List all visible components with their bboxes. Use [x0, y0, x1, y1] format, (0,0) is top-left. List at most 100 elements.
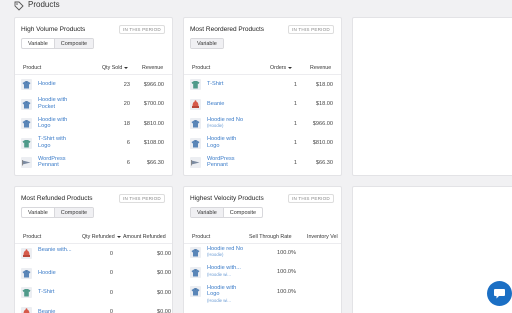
column-label: Qty Sold	[102, 65, 123, 71]
table-row: Beanie 1 $18.00	[184, 95, 341, 114]
product-link[interactable]: Hoodie red No (Hoodie)	[207, 246, 245, 258]
tshirt-icon	[22, 289, 31, 297]
hoodie-icon	[22, 81, 31, 89]
product-link[interactable]: Beanie	[207, 101, 245, 108]
cell-value-primary: 1	[293, 81, 297, 88]
tab-composite[interactable]: Composite	[222, 208, 262, 217]
cell-value-primary: 0	[109, 250, 113, 257]
product-name: T-Shirt with Logo	[38, 136, 66, 149]
card-title: Highest Velocity Products	[190, 195, 264, 202]
column-inventory-velocity[interactable]: Inventory Vel	[307, 234, 338, 240]
high-volume-products-card: High Volume Products IN THIS PERIOD Vari…	[14, 17, 173, 176]
column-amount-refunded[interactable]: Amount Refunded	[123, 234, 166, 240]
product-name: T-Shirt	[207, 81, 224, 88]
hoodie-icon	[22, 100, 31, 108]
product-thumbnail[interactable]	[21, 287, 32, 298]
product-thumbnail[interactable]	[21, 157, 32, 168]
column-sell-through-rate[interactable]: Sell Through Rate	[249, 234, 292, 240]
column-label: Orders	[270, 65, 287, 71]
product-link[interactable]: Hoodie with Logo	[207, 136, 245, 149]
period-badge: IN THIS PERIOD	[288, 25, 334, 34]
product-thumbnail[interactable]	[21, 79, 32, 90]
product-link[interactable]: T-Shirt with Logo	[38, 136, 76, 149]
product-link[interactable]: Hoodie	[38, 81, 76, 88]
product-link[interactable]: Hoodie with Logo	[38, 117, 76, 130]
product-link[interactable]: Hoodie with Pocket	[38, 97, 76, 110]
cell-value-secondary: $0.00	[157, 289, 171, 296]
column-qty-refunded[interactable]: Qty Refunded	[82, 234, 121, 240]
tab-composite[interactable]: Composite	[53, 208, 94, 217]
product-thumbnail[interactable]	[190, 118, 201, 129]
cell-value-secondary: $66.30	[315, 159, 333, 166]
product-thumbnail[interactable]	[21, 98, 32, 110]
product-name: Hoodie with Logo	[207, 284, 237, 298]
table-row: Hoodie red No (Hoodie) 1 $966.00	[184, 114, 341, 133]
product-thumbnail[interactable]	[21, 267, 32, 279]
column-qty-sold[interactable]: Qty Sold	[102, 65, 129, 71]
column-product[interactable]: Product	[23, 234, 41, 240]
table-row: Hoodie with... (Hoodie wi... 100.0%	[184, 263, 341, 282]
product-link[interactable]: Hoodie red No (Hoodie)	[207, 117, 245, 129]
card-title: Most Reordered Products	[190, 26, 265, 33]
tab-variable[interactable]: Variable	[22, 39, 54, 48]
product-link[interactable]: T-Shirt	[38, 289, 76, 296]
column-product[interactable]: Product	[192, 234, 210, 240]
product-thumbnail[interactable]	[190, 98, 201, 110]
chat-launcher-button[interactable]	[487, 281, 512, 306]
hoodie-icon	[191, 139, 200, 147]
product-name: WordPress Pennant	[38, 155, 66, 169]
product-link[interactable]: WordPress Pennant	[207, 156, 245, 169]
column-orders[interactable]: Orders	[270, 65, 293, 71]
cell-value-primary: 100.0%	[277, 288, 296, 295]
product-thumbnail[interactable]	[21, 137, 32, 149]
column-product[interactable]: Product	[192, 65, 210, 71]
beanie-icon	[23, 249, 30, 257]
column-revenue[interactable]: Revenue	[310, 65, 331, 71]
product-name: Hoodie red No	[207, 245, 244, 252]
product-link[interactable]: Beanie	[38, 309, 76, 313]
product-thumbnail[interactable]	[21, 248, 32, 259]
column-product[interactable]: Product	[23, 65, 41, 71]
table-row: Beanie with... 0 $0.00	[15, 244, 172, 263]
product-thumbnail[interactable]	[190, 266, 201, 278]
product-link[interactable]: Hoodie with... (Hoodie wi...	[207, 265, 245, 277]
product-link[interactable]: Hoodie	[38, 270, 76, 277]
cell-value-primary: 6	[126, 140, 130, 146]
product-link[interactable]: Hoodie with Logo (Hoodie wi...	[207, 285, 245, 303]
type-toggle: Variable	[190, 38, 224, 49]
product-thumbnail[interactable]	[190, 286, 201, 297]
type-toggle: Variable Composite	[21, 207, 95, 218]
product-thumbnail[interactable]	[21, 306, 32, 313]
period-badge: IN THIS PERIOD	[119, 25, 165, 34]
product-link[interactable]: T-Shirt	[207, 81, 245, 88]
cell-value-secondary: $0.00	[157, 270, 171, 276]
hoodie-icon	[22, 269, 31, 277]
cell-value-secondary: $18.00	[315, 81, 333, 88]
tab-variable[interactable]: Variable	[191, 39, 223, 48]
product-parent: (Hoodie wi...	[207, 298, 231, 304]
card-title: Most Refunded Products	[21, 195, 93, 202]
product-link[interactable]: WordPress Pennant	[38, 156, 76, 169]
beanie-icon	[192, 99, 199, 108]
column-label: Qty Refunded	[82, 234, 115, 240]
sort-desc-icon	[288, 66, 293, 69]
tshirt-icon	[191, 81, 200, 89]
product-thumbnail[interactable]	[21, 118, 32, 129]
product-thumbnail[interactable]	[190, 79, 201, 90]
product-parent: (Hoodie)	[207, 123, 224, 129]
product-thumbnail[interactable]	[190, 247, 201, 258]
cell-value-secondary: $66.30	[146, 159, 164, 166]
column-revenue[interactable]: Revenue	[142, 65, 163, 71]
cell-value-primary: 1	[293, 159, 297, 166]
product-thumbnail[interactable]	[190, 157, 201, 168]
tab-variable[interactable]: Variable	[22, 208, 54, 217]
product-link[interactable]: Beanie with...	[38, 247, 76, 254]
tag-icon	[14, 1, 24, 11]
cell-value-primary: 18	[123, 120, 130, 127]
highest-velocity-products-card: Highest Velocity Products IN THIS PERIOD…	[183, 186, 342, 313]
tab-composite[interactable]: Composite	[53, 39, 94, 48]
tab-variable[interactable]: Variable	[191, 208, 223, 217]
product-thumbnail[interactable]	[190, 137, 201, 149]
hoodie-icon	[22, 120, 31, 128]
pennant-icon	[191, 160, 200, 166]
